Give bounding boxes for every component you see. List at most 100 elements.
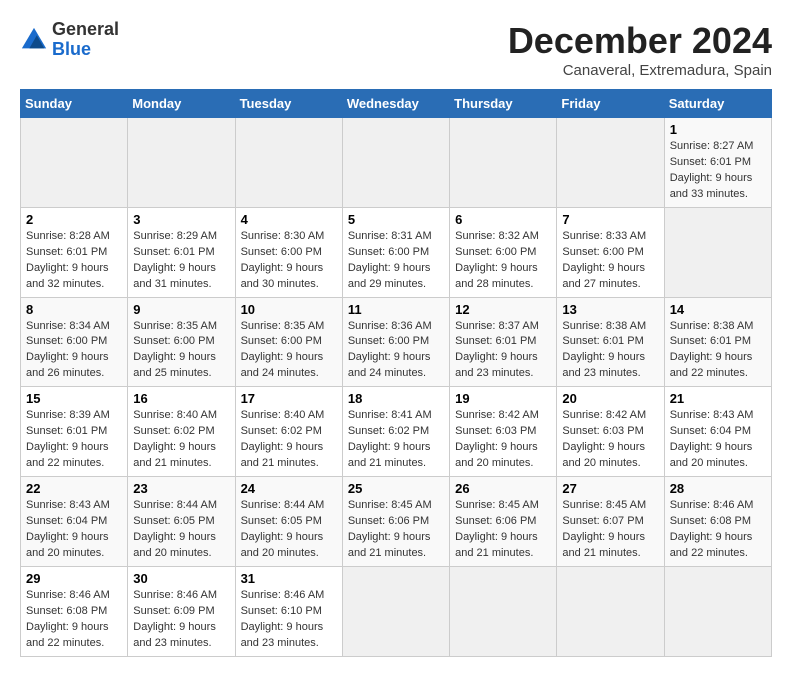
header-row: SundayMondayTuesdayWednesdayThursdayFrid… <box>21 90 772 118</box>
day-info: Sunrise: 8:46 AMSunset: 6:08 PMDaylight:… <box>26 589 110 649</box>
day-number: 9 <box>133 302 229 317</box>
day-number: 28 <box>670 481 766 496</box>
day-number: 21 <box>670 391 766 406</box>
day-number: 14 <box>670 302 766 317</box>
calendar-header: SundayMondayTuesdayWednesdayThursdayFrid… <box>21 90 772 118</box>
day-info: Sunrise: 8:40 AMSunset: 6:02 PMDaylight:… <box>133 409 217 469</box>
day-number: 20 <box>562 391 658 406</box>
day-info: Sunrise: 8:33 AMSunset: 6:00 PMDaylight:… <box>562 230 646 290</box>
day-info: Sunrise: 8:29 AMSunset: 6:01 PMDaylight:… <box>133 230 217 290</box>
day-info: Sunrise: 8:34 AMSunset: 6:00 PMDaylight:… <box>26 320 110 380</box>
day-number: 3 <box>133 212 229 227</box>
calendar-day: 17 Sunrise: 8:40 AMSunset: 6:02 PMDayligh… <box>235 387 342 477</box>
day-number: 15 <box>26 391 122 406</box>
page-header: General Blue December 2024 Canaveral, Ex… <box>20 20 772 79</box>
calendar-row: 2Sunrise: 8:28 AMSunset: 6:01 PMDaylight… <box>21 207 772 297</box>
day-number: 17 <box>241 391 337 406</box>
calendar-day: 10Sunrise: 8:35 AMSunset: 6:00 PMDayligh… <box>235 297 342 387</box>
day-info: Sunrise: 8:38 AMSunset: 6:01 PMDaylight:… <box>670 320 754 380</box>
header-day: Sunday <box>21 90 128 118</box>
calendar-day: 2Sunrise: 8:28 AMSunset: 6:01 PMDaylight… <box>21 207 128 297</box>
day-number: 29 <box>26 571 122 586</box>
calendar-day: 28Sunrise: 8:46 AMSunset: 6:08 PMDayligh… <box>664 477 771 567</box>
day-number: 18 <box>348 391 444 406</box>
calendar-day: 22 Sunrise: 8:43 AMSunset: 6:04 PMDayligh… <box>21 477 128 567</box>
day-number: 1 <box>670 122 766 137</box>
calendar-row: 22 Sunrise: 8:43 AMSunset: 6:04 PMDayligh… <box>21 477 772 567</box>
day-info: Sunrise: 8:35 AMSunset: 6:00 PMDaylight:… <box>241 320 325 380</box>
calendar-day <box>664 566 771 656</box>
calendar-title: December 2024 <box>508 20 772 62</box>
calendar-day: 20 Sunrise: 8:42 AMSunset: 6:03 PMDayligh… <box>557 387 664 477</box>
calendar-day: 9Sunrise: 8:35 AMSunset: 6:00 PMDaylight… <box>128 297 235 387</box>
calendar-day: 24 Sunrise: 8:44 AMSunset: 6:05 PMDayligh… <box>235 477 342 567</box>
day-number: 30 <box>133 571 229 586</box>
day-info: Sunrise: 8:31 AMSunset: 6:00 PMDaylight:… <box>348 230 432 290</box>
header-day: Wednesday <box>342 90 449 118</box>
day-info: Sunrise: 8:28 AMSunset: 6:01 PMDaylight:… <box>26 230 110 290</box>
day-info: Sunrise: 8:45 AMSunset: 6:06 PMDaylight:… <box>348 499 432 559</box>
calendar-day: 21 Sunrise: 8:43 AMSunset: 6:04 PMDayligh… <box>664 387 771 477</box>
header-day: Monday <box>128 90 235 118</box>
calendar-day: 14 Sunrise: 8:38 AMSunset: 6:01 PMDayligh… <box>664 297 771 387</box>
day-info: Sunrise: 8:30 AMSunset: 6:00 PMDaylight:… <box>241 230 325 290</box>
day-info: Sunrise: 8:46 AMSunset: 6:09 PMDaylight:… <box>133 589 217 649</box>
calendar-row: 8 Sunrise: 8:34 AMSunset: 6:00 PMDaylight… <box>21 297 772 387</box>
day-number: 12 <box>455 302 551 317</box>
header-day: Tuesday <box>235 90 342 118</box>
calendar-day <box>450 566 557 656</box>
empty-cell <box>342 118 449 208</box>
calendar-day: 11Sunrise: 8:36 AMSunset: 6:00 PMDayligh… <box>342 297 449 387</box>
day-info: Sunrise: 8:38 AMSunset: 6:01 PMDaylight:… <box>562 320 646 380</box>
calendar-day: 19Sunrise: 8:42 AMSunset: 6:03 PMDayligh… <box>450 387 557 477</box>
day-number: 19 <box>455 391 551 406</box>
day-info: Sunrise: 8:44 AMSunset: 6:05 PMDaylight:… <box>133 499 217 559</box>
day-info: Sunrise: 8:39 AMSunset: 6:01 PMDaylight:… <box>26 409 110 469</box>
day-info: Sunrise: 8:32 AMSunset: 6:00 PMDaylight:… <box>455 230 539 290</box>
logo: General Blue <box>20 20 119 60</box>
day-number: 25 <box>348 481 444 496</box>
calendar-day: 16Sunrise: 8:40 AMSunset: 6:02 PMDayligh… <box>128 387 235 477</box>
day-info: Sunrise: 8:27 AMSunset: 6:01 PMDaylight:… <box>670 140 754 200</box>
calendar-day: 29 Sunrise: 8:46 AMSunset: 6:08 PMDayligh… <box>21 566 128 656</box>
calendar-day: 1 Sunrise: 8:27 AMSunset: 6:01 PMDaylight… <box>664 118 771 208</box>
empty-cell <box>557 118 664 208</box>
calendar-day: 26Sunrise: 8:45 AMSunset: 6:06 PMDayligh… <box>450 477 557 567</box>
calendar-day: 6Sunrise: 8:32 AMSunset: 6:00 PMDaylight… <box>450 207 557 297</box>
calendar-day: 13Sunrise: 8:38 AMSunset: 6:01 PMDayligh… <box>557 297 664 387</box>
calendar-day: 8 Sunrise: 8:34 AMSunset: 6:00 PMDaylight… <box>21 297 128 387</box>
empty-cell <box>235 118 342 208</box>
calendar-day: 12Sunrise: 8:37 AMSunset: 6:01 PMDayligh… <box>450 297 557 387</box>
day-info: Sunrise: 8:43 AMSunset: 6:04 PMDaylight:… <box>26 499 110 559</box>
day-info: Sunrise: 8:41 AMSunset: 6:02 PMDaylight:… <box>348 409 432 469</box>
header-day: Thursday <box>450 90 557 118</box>
day-info: Sunrise: 8:44 AMSunset: 6:05 PMDaylight:… <box>241 499 325 559</box>
day-number: 22 <box>26 481 122 496</box>
calendar-day <box>342 566 449 656</box>
empty-cell <box>450 118 557 208</box>
calendar-day: 15 Sunrise: 8:39 AMSunset: 6:01 PMDayligh… <box>21 387 128 477</box>
title-area: December 2024 Canaveral, Extremadura, Sp… <box>508 20 772 79</box>
calendar-day: 4Sunrise: 8:30 AMSunset: 6:00 PMDaylight… <box>235 207 342 297</box>
day-number: 7 <box>562 212 658 227</box>
day-info: Sunrise: 8:40 AMSunset: 6:02 PMDaylight:… <box>241 409 325 469</box>
day-info: Sunrise: 8:43 AMSunset: 6:04 PMDaylight:… <box>670 409 754 469</box>
day-info: Sunrise: 8:42 AMSunset: 6:03 PMDaylight:… <box>562 409 646 469</box>
calendar-day: 5Sunrise: 8:31 AMSunset: 6:00 PMDaylight… <box>342 207 449 297</box>
calendar-row: 1 Sunrise: 8:27 AMSunset: 6:01 PMDaylight… <box>21 118 772 208</box>
day-info: Sunrise: 8:45 AMSunset: 6:07 PMDaylight:… <box>562 499 646 559</box>
day-number: 8 <box>26 302 122 317</box>
header-day: Friday <box>557 90 664 118</box>
calendar-day <box>664 207 771 297</box>
day-info: Sunrise: 8:45 AMSunset: 6:06 PMDaylight:… <box>455 499 539 559</box>
day-number: 27 <box>562 481 658 496</box>
day-number: 23 <box>133 481 229 496</box>
calendar-row: 15 Sunrise: 8:39 AMSunset: 6:01 PMDayligh… <box>21 387 772 477</box>
day-number: 24 <box>241 481 337 496</box>
calendar-subtitle: Canaveral, Extremadura, Spain <box>508 62 772 79</box>
calendar-body: 1 Sunrise: 8:27 AMSunset: 6:01 PMDaylight… <box>21 118 772 657</box>
calendar-day: 25 Sunrise: 8:45 AMSunset: 6:06 PMDayligh… <box>342 477 449 567</box>
calendar-day: 7 Sunrise: 8:33 AMSunset: 6:00 PMDaylight… <box>557 207 664 297</box>
calendar-day: 27 Sunrise: 8:45 AMSunset: 6:07 PMDayligh… <box>557 477 664 567</box>
header-day: Saturday <box>664 90 771 118</box>
